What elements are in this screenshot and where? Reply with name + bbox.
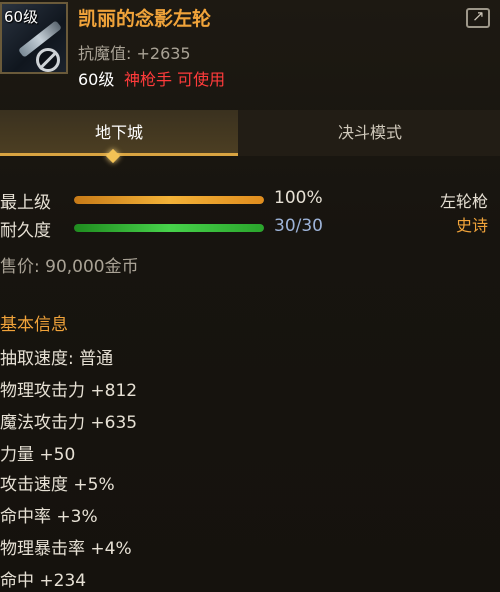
- sell-price: 售价: 90,000金币: [0, 257, 139, 277]
- required-class: 神枪手 可使用: [124, 70, 226, 89]
- stat-accuracy: 命中 +234: [0, 571, 87, 591]
- upgrade-label: 最上级: [0, 193, 51, 213]
- item-icon-frame[interactable]: 60级: [0, 2, 68, 74]
- magic-resist-value: 抗魔值: +2635: [78, 44, 191, 63]
- share-icon[interactable]: [466, 7, 490, 28]
- stat-physical-attack: 物理攻击力 +812: [0, 381, 138, 401]
- no-entry-icon: [36, 48, 60, 72]
- item-tooltip-panel: 60级 凯丽的念影左轮 抗魔值: +2635 60级 神枪手 可使用 地下城 决…: [0, 0, 500, 592]
- tab-duel-mode[interactable]: 决斗模式: [240, 110, 500, 156]
- required-level: 60级: [78, 70, 115, 89]
- stat-attack-speed: 攻击速度 +5%: [0, 475, 115, 495]
- tab-dungeon[interactable]: 地下城: [0, 110, 238, 156]
- durability-label: 耐久度: [0, 221, 51, 241]
- stat-draw-speed: 抽取速度: 普通: [0, 349, 114, 369]
- rarity-label: 史诗: [455, 216, 488, 235]
- stat-magic-attack: 魔法攻击力 +635: [0, 413, 138, 433]
- mode-tabbar: 地下城 决斗模式: [0, 110, 500, 156]
- stat-physical-crit: 物理暴击率 +4%: [0, 539, 132, 559]
- item-name: 凯丽的念影左轮: [78, 8, 212, 30]
- weapon-type: 左轮枪: [439, 192, 488, 211]
- durability-bar-fill: [74, 224, 264, 232]
- upgrade-percent: 100%: [274, 188, 323, 208]
- stat-strength: 力量 +50: [0, 445, 76, 465]
- durability-bar: [74, 224, 264, 232]
- stat-hit-rate: 命中率 +3%: [0, 507, 98, 527]
- upgrade-bar: [74, 196, 264, 204]
- basic-info-title: 基本信息: [0, 315, 68, 335]
- upgrade-bar-fill: [74, 196, 264, 204]
- durability-value: 30/30: [274, 216, 323, 236]
- item-level-badge: 60级: [4, 8, 39, 26]
